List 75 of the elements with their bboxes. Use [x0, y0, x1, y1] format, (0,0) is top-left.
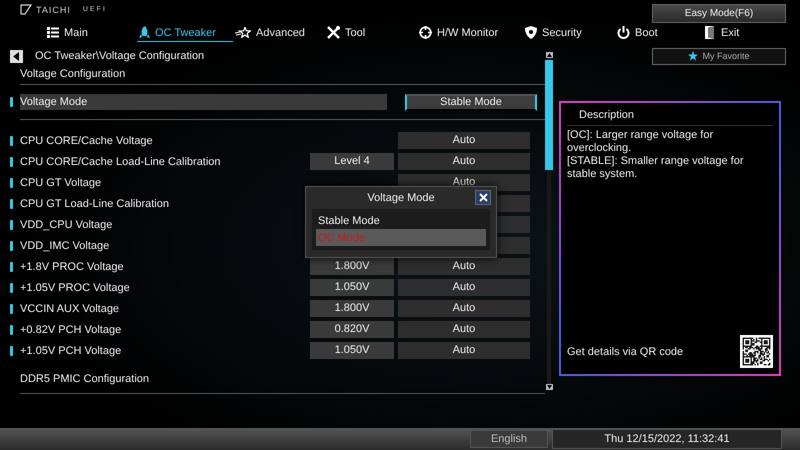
setting-label[interactable]: Voltage Mode [20, 94, 387, 110]
row-marker [10, 220, 13, 230]
description-title: Description [567, 103, 773, 126]
option-dropdown[interactable]: Auto [398, 321, 530, 338]
description-text: [STABLE]: Smaller range voltage for stable system. [567, 155, 744, 181]
shield-icon [525, 26, 537, 39]
nav-tab[interactable]: Main [45, 24, 137, 42]
nav-tab[interactable]: Security [523, 24, 615, 42]
qr-hint: Get details via QR code [567, 346, 684, 358]
setting-label[interactable]: +1.8V PROC Voltage [20, 260, 310, 272]
option-dropdown[interactable]: Auto [398, 258, 530, 275]
value-field[interactable]: Level 4 [310, 153, 394, 170]
setting-label[interactable]: CPU GT Voltage [20, 176, 310, 188]
rocket-icon [139, 26, 150, 39]
option-dropdown[interactable]: Auto [398, 342, 530, 359]
nav-tab[interactable]: Exit [703, 24, 763, 42]
setting-label[interactable]: +0.82V PCH Voltage [20, 324, 310, 336]
nav-tab[interactable]: H/W Monitor [417, 24, 523, 42]
value-field[interactable]: 1.800V [310, 300, 394, 317]
power-icon [617, 26, 630, 39]
option-dropdown[interactable]: Auto [398, 153, 530, 170]
easy-mode-button[interactable]: Easy Mode(F6) [652, 4, 786, 23]
option-dropdown[interactable]: Stable Mode [405, 94, 537, 110]
setting-label[interactable]: +1.05V PCH Voltage [20, 344, 310, 356]
value-field[interactable]: 0.820V [310, 321, 394, 338]
star-icon [235, 27, 251, 38]
my-favorite-button[interactable]: My Favorite [652, 48, 786, 64]
logo-emblem-icon [20, 4, 32, 15]
nav-tab[interactable]: Boot [615, 24, 703, 42]
section-title: Voltage Configuration [19, 67, 126, 82]
row-marker [10, 346, 13, 356]
tools-icon [327, 26, 340, 39]
back-arrow-icon [13, 52, 20, 60]
row-marker [10, 324, 13, 334]
submenu-item[interactable]: DDR5 PMIC Configuration [10, 361, 545, 393]
value-field[interactable]: 1.050V [310, 279, 394, 296]
star-icon [688, 51, 698, 61]
brand-name: TAICHI [36, 4, 71, 14]
target-icon [419, 26, 432, 39]
scroll-down-icon[interactable] [546, 384, 552, 390]
setting-label[interactable]: +1.05V PROC Voltage [20, 282, 310, 294]
setting-label[interactable]: CPU CORE/Cache Voltage [20, 134, 310, 146]
row-marker [10, 136, 13, 146]
dialog-title: Voltage Mode [367, 192, 435, 204]
scrollbar[interactable] [545, 58, 553, 384]
row-marker [10, 97, 13, 107]
option-dropdown[interactable]: Auto [398, 132, 530, 149]
nav-tab[interactable]: Advanced [233, 24, 325, 42]
row-marker [10, 240, 13, 250]
exit-door-icon [705, 26, 716, 39]
row-marker [10, 156, 13, 166]
row-marker [10, 262, 13, 272]
option-dropdown[interactable]: Auto [398, 300, 530, 317]
back-button[interactable] [10, 50, 23, 62]
value-field[interactable]: 1.050V [310, 342, 394, 359]
value-field[interactable]: 1.800V [310, 258, 394, 275]
setting-label[interactable]: VCCIN AUX Voltage [20, 302, 310, 314]
list-icon [47, 27, 59, 38]
option-dropdown[interactable]: Auto [398, 279, 530, 296]
description-text: [OC]: Larger range voltage for overclocking. [567, 129, 714, 155]
nav-tab[interactable]: OC Tweaker [137, 24, 233, 42]
row-marker [10, 178, 13, 188]
date-time: Thu 12/15/2022, 11:32:41 [552, 429, 782, 449]
breadcrumb: OC Tweaker\Voltage Configuration [35, 50, 204, 62]
qr-code [740, 335, 773, 368]
dialog-option[interactable]: Stable Mode [316, 212, 486, 229]
row-marker [10, 304, 13, 314]
setting-label[interactable]: CPU CORE/Cache Load-Line Calibration [20, 156, 310, 168]
scroll-up-icon[interactable] [546, 52, 552, 58]
language-button[interactable]: English [470, 430, 548, 448]
row-marker [10, 282, 13, 292]
row-marker [10, 198, 13, 208]
nav-tab[interactable]: Tool [325, 24, 417, 42]
close-button[interactable] [475, 190, 491, 205]
close-icon [478, 193, 488, 202]
